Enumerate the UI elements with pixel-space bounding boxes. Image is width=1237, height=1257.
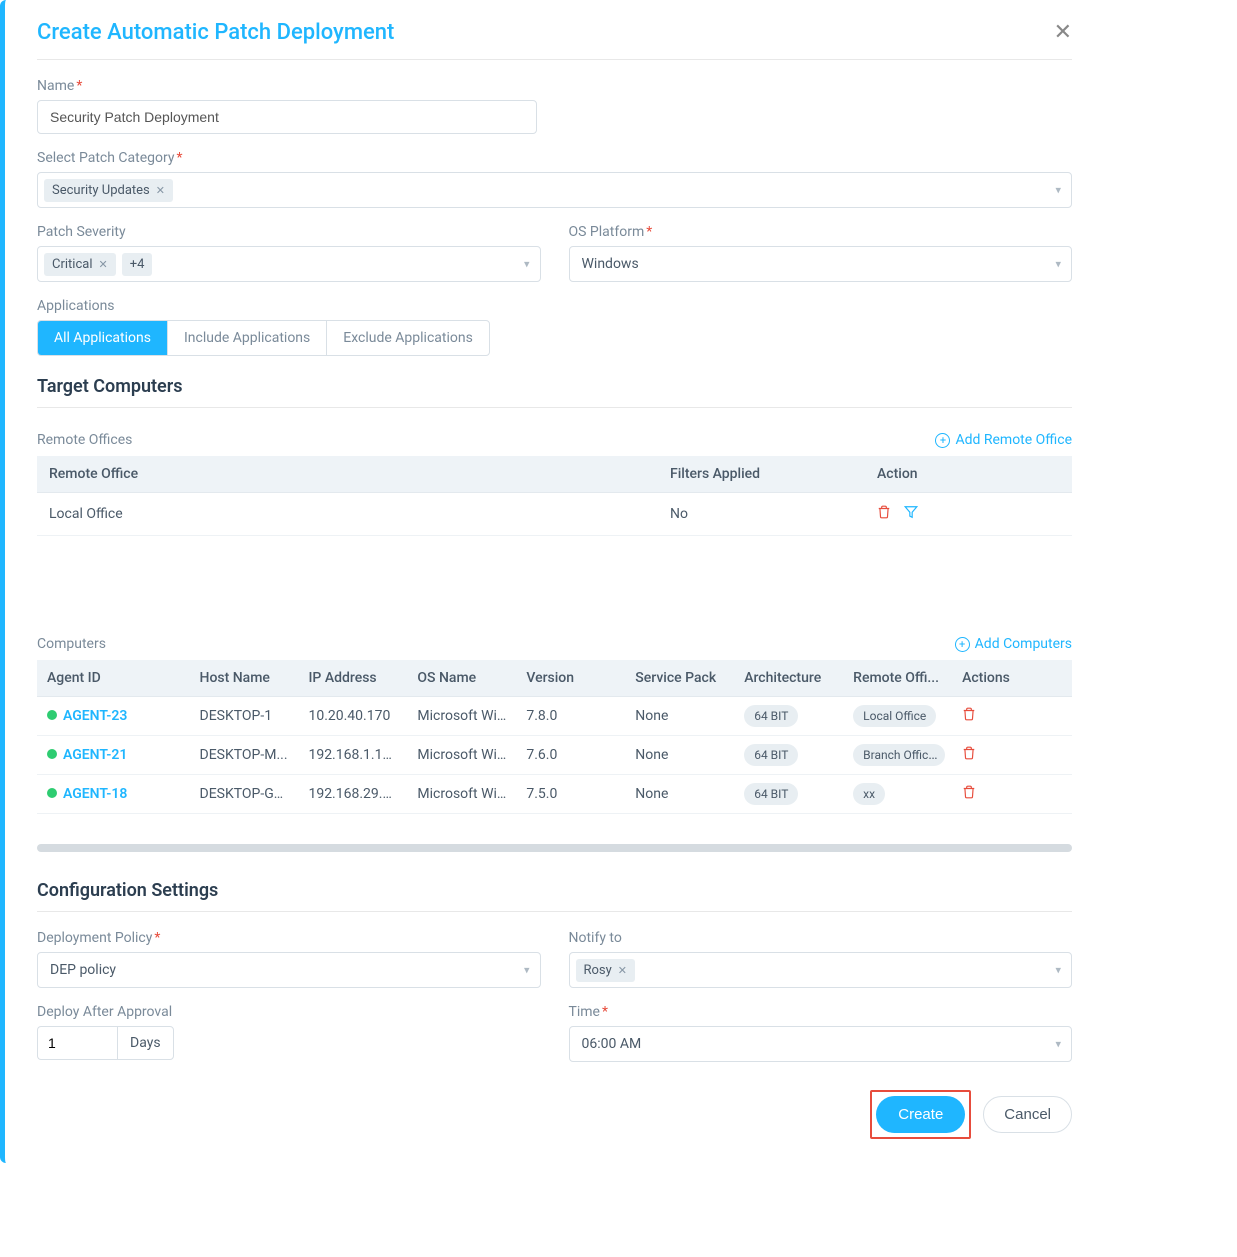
status-dot: [47, 788, 57, 798]
modal-title: Create Automatic Patch Deployment: [37, 20, 394, 45]
col-filters-applied: Filters Applied: [658, 456, 865, 493]
trash-icon[interactable]: [877, 507, 894, 523]
remote-office-badge: Local Office: [853, 705, 936, 727]
modal-create-patch-deployment: Create Automatic Patch Deployment ✕ Name…: [0, 0, 1100, 1163]
severity-label: Patch Severity: [37, 224, 541, 240]
apps-label: Applications: [37, 298, 1072, 314]
category-label: Select Patch Category*: [37, 150, 1072, 166]
severity-more-tag[interactable]: +4: [122, 253, 153, 276]
remove-tag-icon[interactable]: ✕: [156, 184, 165, 197]
col-action: Action: [865, 456, 1072, 493]
tab-exclude-applications[interactable]: Exclude Applications: [327, 321, 489, 355]
agent-link[interactable]: AGENT-18: [63, 786, 127, 802]
status-dot: [47, 710, 57, 720]
add-remote-office-link[interactable]: + Add Remote Office: [935, 432, 1072, 448]
highlight-create: Create: [870, 1090, 971, 1139]
computers-label: Computers: [37, 636, 106, 652]
table-row: AGENT-18DESKTOP-G5...192.168.29.26Micros…: [37, 775, 1072, 814]
remove-tag-icon[interactable]: ✕: [98, 258, 107, 271]
chevron-down-icon: ▾: [1055, 184, 1061, 197]
trash-icon[interactable]: [962, 709, 976, 725]
arch-badge: 64 BIT: [744, 705, 798, 727]
tab-include-applications[interactable]: Include Applications: [168, 321, 327, 355]
notify-select[interactable]: Rosy ✕ ▾: [569, 952, 1073, 988]
col-remote-office: Remote Offi...: [843, 660, 952, 697]
horizontal-scrollbar[interactable]: [37, 844, 1072, 852]
os-label: OS Platform*: [569, 224, 1073, 240]
col-os-name: OS Name: [407, 660, 516, 697]
close-icon[interactable]: ✕: [1054, 20, 1072, 45]
time-label: Time*: [569, 1004, 1073, 1020]
chevron-down-icon: ▾: [1055, 964, 1061, 977]
remote-offices-table: Remote Office Filters Applied Action Loc…: [37, 456, 1072, 536]
remove-tag-icon[interactable]: ✕: [618, 964, 627, 977]
create-button[interactable]: Create: [876, 1096, 965, 1133]
remote-office-badge: Branch Office: [853, 744, 944, 766]
chevron-down-icon: ▾: [524, 258, 530, 271]
trash-icon[interactable]: [962, 748, 976, 764]
chevron-down-icon: ▾: [1055, 258, 1061, 271]
name-input[interactable]: [37, 100, 537, 134]
remote-offices-label: Remote Offices: [37, 432, 132, 448]
policy-select[interactable]: DEP policy ▾: [37, 952, 541, 988]
footer: Create Cancel: [37, 1090, 1072, 1139]
category-tag[interactable]: Security Updates ✕: [44, 179, 173, 202]
col-host-name: Host Name: [190, 660, 299, 697]
arch-badge: 64 BIT: [744, 744, 798, 766]
col-service-pack: Service Pack: [625, 660, 734, 697]
notify-tag[interactable]: Rosy ✕: [576, 959, 636, 982]
apps-tabs: All Applications Include Applications Ex…: [37, 320, 490, 356]
approval-value-input[interactable]: [37, 1026, 117, 1060]
severity-select[interactable]: Critical ✕ +4 ▾: [37, 246, 541, 282]
filter-icon[interactable]: [904, 507, 918, 523]
category-select[interactable]: Security Updates ✕ ▾: [37, 172, 1072, 208]
computers-table: Agent ID Host Name IP Address OS Name Ve…: [37, 660, 1072, 814]
col-actions: Actions: [952, 660, 1072, 697]
table-row: Local Office No: [37, 493, 1072, 536]
add-computers-link[interactable]: + Add Computers: [955, 636, 1072, 652]
agent-link[interactable]: AGENT-21: [63, 747, 127, 763]
col-version: Version: [516, 660, 625, 697]
tab-all-applications[interactable]: All Applications: [38, 321, 168, 355]
agent-link[interactable]: AGENT-23: [63, 708, 127, 724]
arch-badge: 64 BIT: [744, 783, 798, 805]
target-title: Target Computers: [37, 376, 1072, 408]
severity-tag[interactable]: Critical ✕: [44, 253, 116, 276]
config-title: Configuration Settings: [37, 880, 1072, 912]
col-architecture: Architecture: [734, 660, 843, 697]
col-agent-id: Agent ID: [37, 660, 190, 697]
remote-office-badge: xx: [853, 783, 885, 805]
chevron-down-icon: ▾: [524, 964, 530, 977]
plus-icon: +: [955, 637, 970, 652]
modal-header: Create Automatic Patch Deployment ✕: [37, 20, 1072, 60]
policy-label: Deployment Policy*: [37, 930, 541, 946]
col-ip-address: IP Address: [298, 660, 407, 697]
chevron-down-icon: ▾: [1055, 1038, 1061, 1051]
approval-label: Deploy After Approval: [37, 1004, 541, 1020]
name-label: Name*: [37, 78, 1072, 94]
approval-days-input: Days: [37, 1026, 174, 1060]
col-remote-office: Remote Office: [37, 456, 658, 493]
cancel-button[interactable]: Cancel: [983, 1096, 1072, 1133]
time-select[interactable]: 06:00 AM ▾: [569, 1026, 1073, 1062]
plus-icon: +: [935, 433, 950, 448]
os-select[interactable]: Windows ▾: [569, 246, 1073, 282]
trash-icon[interactable]: [962, 787, 976, 803]
table-row: AGENT-21DESKTOP-M...192.168.1.141Microso…: [37, 736, 1072, 775]
approval-unit: Days: [117, 1026, 174, 1060]
table-row: AGENT-23DESKTOP-110.20.40.170Microsoft W…: [37, 697, 1072, 736]
status-dot: [47, 749, 57, 759]
notify-label: Notify to: [569, 930, 1073, 946]
